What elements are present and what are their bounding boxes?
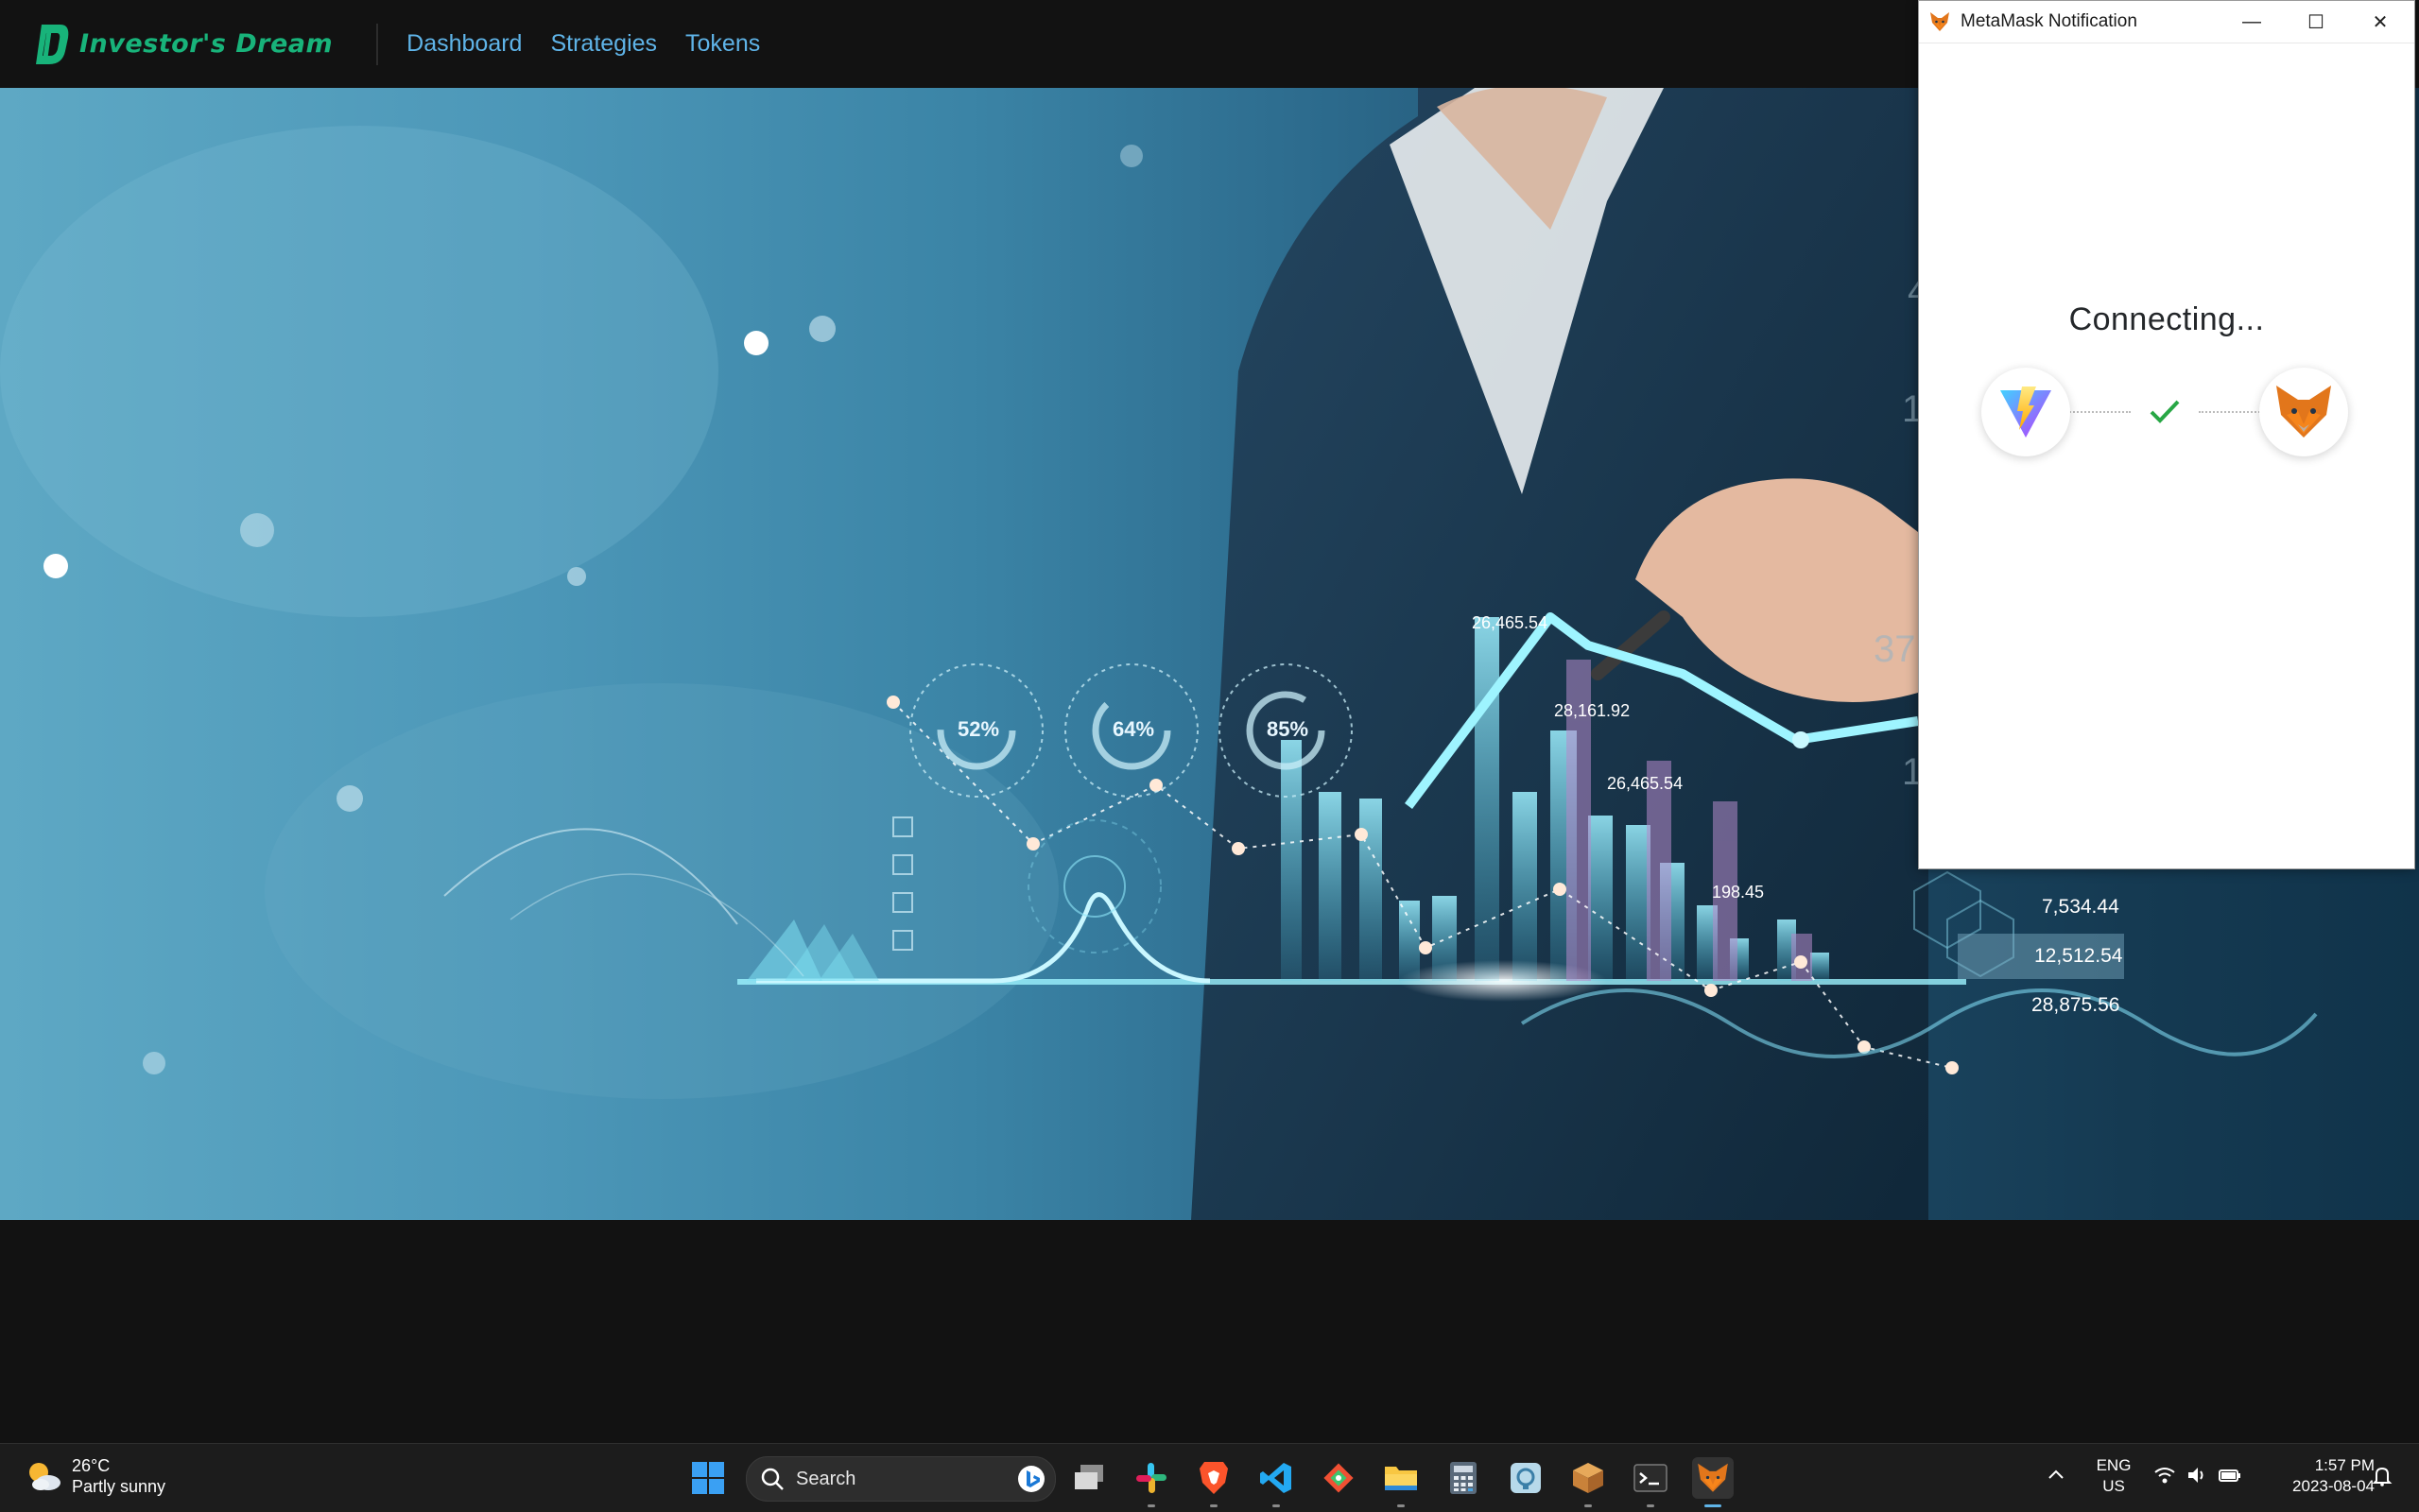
slack-button[interactable] <box>1131 1457 1172 1507</box>
running-indicator <box>1210 1504 1218 1507</box>
language-code: ENG <box>2096 1456 2132 1474</box>
site-avatar <box>1981 368 2070 456</box>
close-button[interactable]: ✕ <box>2348 1 2412 43</box>
calculator-button[interactable] <box>1443 1457 1484 1499</box>
vite-icon <box>2000 387 2051 438</box>
notification-button[interactable] <box>2371 1465 2393 1492</box>
taskbar-search[interactable]: Search <box>746 1456 1056 1502</box>
terminal-icon <box>1633 1464 1667 1492</box>
file-explorer-button[interactable] <box>1380 1457 1422 1507</box>
weather-temp: 26°C <box>72 1456 111 1475</box>
nav-dashboard[interactable]: Dashboard <box>406 30 522 58</box>
active-indicator <box>1704 1504 1721 1507</box>
region-code: US <box>2102 1477 2125 1495</box>
brand[interactable]: Investor's Dream <box>32 21 333 68</box>
window-title: MetaMask Notification <box>1961 11 2137 31</box>
gauge-label: 85% <box>1267 717 1309 741</box>
brand-logo-icon <box>36 24 69 64</box>
chart-value-label: 28,161.92 <box>1554 701 1631 720</box>
show-hidden-icons-button[interactable] <box>2046 1465 2066 1490</box>
task-view-icon <box>1075 1465 1103 1489</box>
running-indicator <box>1647 1504 1654 1507</box>
start-button[interactable] <box>687 1457 729 1499</box>
running-indicator <box>1397 1504 1405 1507</box>
git-button[interactable] <box>1318 1457 1359 1499</box>
package-button[interactable] <box>1567 1457 1609 1507</box>
minimize-button[interactable]: — <box>2220 1 2284 43</box>
notification-bell-icon <box>2372 1467 2393 1486</box>
wifi-icon <box>2154 1468 2175 1484</box>
language-indicator[interactable]: ENG US <box>2091 1455 2136 1497</box>
running-indicator <box>1272 1504 1280 1507</box>
slack-icon <box>1136 1463 1166 1493</box>
brave-button[interactable] <box>1193 1457 1235 1507</box>
connecting-status: Connecting... <box>2068 301 2265 337</box>
side-value: 28,875.56 <box>2031 994 2120 1016</box>
battery-icon <box>2219 1469 2240 1482</box>
start-icon <box>692 1462 724 1494</box>
terminal-button[interactable] <box>1630 1457 1671 1507</box>
window-titlebar[interactable]: MetaMask Notification — ☐ ✕ <box>1919 1 2414 43</box>
clock-date: 2023-08-04 <box>2292 1477 2375 1495</box>
taskbar: 26°C Partly sunny Search ENG US 1:57 PM … <box>0 1443 2419 1512</box>
metamask-taskbar-button[interactable] <box>1692 1457 1734 1507</box>
search-icon <box>761 1468 784 1490</box>
clock[interactable]: 1:57 PM 2023-08-04 <box>2261 1455 2375 1497</box>
running-indicator <box>1584 1504 1592 1507</box>
package-icon <box>1573 1463 1603 1493</box>
search-placeholder: Search <box>796 1468 856 1489</box>
gauge-label: 52% <box>958 717 1000 741</box>
partly-sunny-icon <box>29 1463 60 1490</box>
task-view-button[interactable] <box>1068 1457 1110 1499</box>
calculator-icon <box>1450 1462 1477 1494</box>
git-icon <box>1323 1463 1354 1493</box>
weather-widget[interactable]: 26°C Partly sunny <box>25 1455 165 1497</box>
nav-tokens[interactable]: Tokens <box>685 30 760 58</box>
app-icon <box>1511 1463 1541 1493</box>
volume-icon <box>2188 1468 2203 1483</box>
chart-value-label: 26,465.54 <box>1472 613 1548 632</box>
header-divider <box>376 23 379 65</box>
maximize-button[interactable]: ☐ <box>2284 1 2348 43</box>
chart-value-label: 26,465.54 <box>1607 774 1684 793</box>
edge-digit: 37 <box>1874 628 1916 670</box>
nav-strategies[interactable]: Strategies <box>550 30 657 58</box>
side-value: 7,534.44 <box>2042 896 2119 918</box>
file-explorer-icon <box>1385 1467 1417 1490</box>
brave-icon <box>1200 1462 1228 1494</box>
clock-time: 1:57 PM <box>2314 1456 2375 1474</box>
chart-value-label: 198.45 <box>1712 883 1765 902</box>
chevron-up-icon <box>2048 1469 2064 1479</box>
brand-name: Investor's Dream <box>79 29 334 59</box>
metamask-fox-icon <box>1930 12 1949 31</box>
metamask-notification-window: MetaMask Notification — ☐ ✕ Connecting..… <box>1918 0 2415 869</box>
check-icon <box>2148 396 2182 431</box>
vscode-button[interactable] <box>1255 1457 1297 1507</box>
weather-desc: Partly sunny <box>72 1477 166 1496</box>
running-indicator <box>1148 1504 1155 1507</box>
side-value: 12,512.54 <box>2034 945 2123 967</box>
gauge-label: 64% <box>1113 717 1155 741</box>
metamask-fox-icon <box>1698 1463 1728 1492</box>
vscode-icon <box>1260 1463 1291 1493</box>
bing-icon <box>1018 1466 1045 1492</box>
app-button[interactable] <box>1505 1457 1546 1499</box>
wallet-avatar <box>2259 368 2348 456</box>
metamask-fox-icon <box>2276 386 2331 438</box>
system-tray[interactable] <box>2153 1465 2242 1486</box>
